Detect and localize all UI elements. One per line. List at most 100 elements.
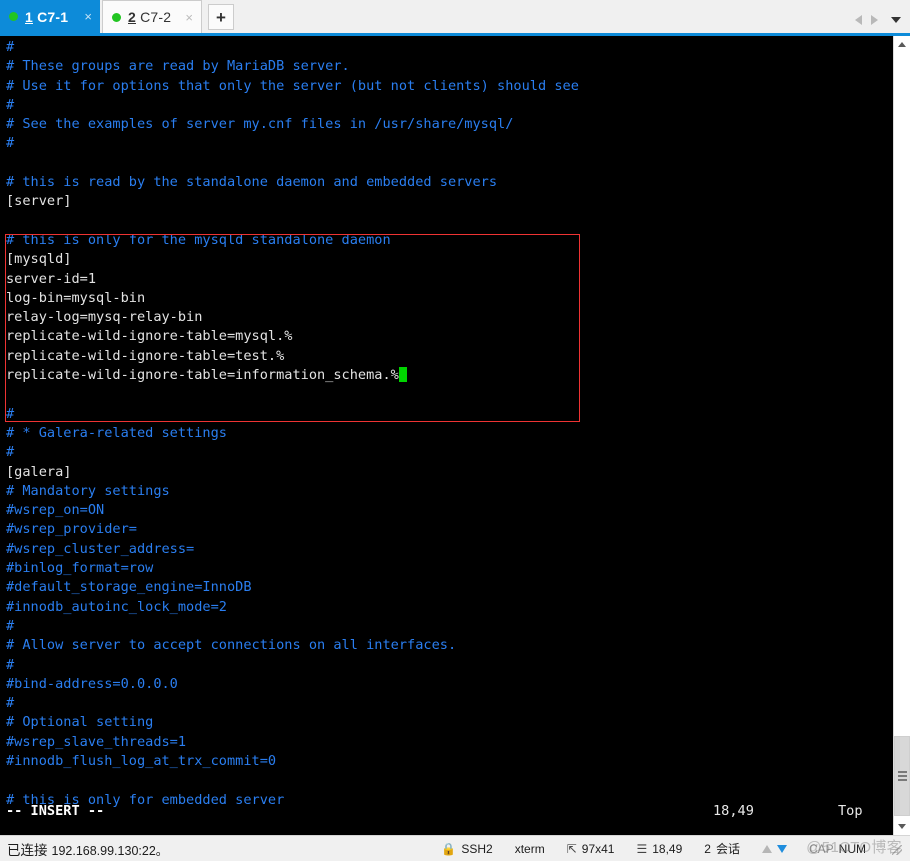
scrollbar-thumb[interactable] — [894, 736, 910, 816]
tab-title: C7-2 — [136, 9, 172, 25]
tab-bar: 1 C7-1 × 2 C7-2 × + — [0, 0, 910, 36]
terminal-line-text: #wsrep_provider= — [6, 521, 137, 538]
terminal-line: #innodb_autoinc_lock_mode=2 — [6, 598, 579, 617]
vim-status-line: -- INSERT -- 18,49 Top — [0, 802, 893, 824]
transfer-indicators — [761, 844, 787, 853]
terminal-size-indicator[interactable]: ⇱ 97x41 — [567, 842, 615, 856]
terminal-line-text: #innodb_autoinc_lock_mode=2 — [6, 598, 227, 615]
protocol-label: SSH2 — [461, 841, 493, 856]
cursor-position-indicator[interactable]: ☰ 18,49 — [636, 842, 682, 856]
terminal-line: [mysqld] — [6, 250, 579, 269]
triangle-left-icon[interactable] — [855, 15, 862, 25]
terminal-line: #wsrep_slave_threads=1 — [6, 733, 579, 752]
terminal-type-label: xterm — [514, 841, 545, 856]
terminal-line: relay-log=mysq-relay-bin — [6, 308, 579, 327]
new-tab-button[interactable]: + — [208, 4, 234, 30]
terminal-line-text: [galera] — [6, 463, 72, 480]
terminal-line: replicate-wild-ignore-table=mysql.% — [6, 327, 579, 346]
terminal-line-text: # — [6, 444, 15, 461]
connection-status: 已连接 192.168.99.130:22。 — [0, 839, 168, 859]
terminal-line: #binlog_format=row — [6, 559, 579, 578]
status-bar: 已连接 192.168.99.130:22。 🔒 SSH2 xterm ⇱ 97… — [0, 835, 910, 861]
terminal-line: #default_storage_engine=InnoDB — [6, 578, 579, 597]
terminal-line: # — [6, 617, 579, 636]
vim-mode-indicator: -- INSERT -- — [6, 803, 105, 819]
terminal-line: # — [6, 96, 579, 115]
terminal-line-text: replicate-wild-ignore-table=mysql.% — [6, 328, 293, 345]
chevron-down-icon[interactable] — [891, 17, 901, 23]
tab-close-icon[interactable]: × — [83, 10, 93, 23]
terminal-line-text: #wsrep_cluster_address= — [6, 540, 195, 557]
connection-address-label: 192.168.99.130:22。 — [51, 843, 169, 858]
terminal-line-text: replicate-wild-ignore-table=information_… — [6, 367, 399, 384]
terminal-line: #wsrep_cluster_address= — [6, 540, 579, 559]
keyboard-lock-indicators: CAP NUM — [809, 842, 866, 856]
column-icon: ☰ — [636, 841, 648, 856]
terminal-line-text: # this is only for the mysqld standalone… — [6, 231, 391, 248]
arrow-up-icon — [761, 844, 772, 853]
terminal-line: # These groups are read by MariaDB serve… — [6, 57, 579, 76]
terminal-line-text: #wsrep_slave_threads=1 — [6, 733, 187, 750]
resize-icon: ⇱ — [566, 841, 577, 856]
terminal-line-text: # — [6, 96, 15, 113]
terminal-text: # # These groups are read by MariaDB serv… — [6, 38, 579, 810]
resize-grip-icon[interactable] — [890, 843, 902, 855]
terminal-view[interactable]: # # These groups are read by MariaDB serv… — [0, 36, 893, 835]
tab-c7-1[interactable]: 1 C7-1 × — [0, 0, 100, 33]
protocol-indicator[interactable]: 🔒 SSH2 — [441, 842, 492, 856]
terminal-line: # — [6, 443, 579, 462]
terminal-line: # Optional setting — [6, 713, 579, 732]
lock-icon: 🔒 — [441, 841, 457, 856]
tab-close-icon[interactable]: × — [184, 11, 194, 24]
tab-c7-2[interactable]: 2 C7-2 × — [102, 0, 202, 33]
sessions-count-label: 2 — [704, 841, 711, 856]
terminal-line-text: # Allow server to accept connections on … — [6, 637, 457, 654]
terminal-line-text: server-id=1 — [6, 270, 97, 287]
scroll-up-button[interactable] — [894, 36, 910, 53]
terminal-line-text: relay-log=mysq-relay-bin — [6, 309, 203, 326]
vim-cursor-position: 18,49 — [713, 803, 754, 819]
terminal-line: #bind-address=0.0.0.0 — [6, 675, 579, 694]
terminal-line: [galera] — [6, 463, 579, 482]
tab-status-dot-icon — [112, 12, 121, 22]
terminal-line-text: replicate-wild-ignore-table=test.% — [6, 347, 285, 364]
terminal-size-label: 97x41 — [581, 841, 615, 856]
terminal-line: replicate-wild-ignore-table=test.% — [6, 347, 579, 366]
terminal-line-text: # — [6, 39, 15, 55]
terminal-line: # — [6, 405, 579, 424]
terminal-line-text: #default_storage_engine=InnoDB — [6, 579, 252, 596]
terminal-line: # — [6, 656, 579, 675]
terminal-line: #wsrep_provider= — [6, 520, 579, 539]
vim-scroll-indicator: Top — [838, 803, 863, 819]
terminal-line-text: [mysqld] — [6, 251, 72, 268]
connection-state-label: 已连接 — [7, 842, 48, 858]
terminal-line-text: # See the examples of server my.cnf file… — [6, 116, 514, 133]
tab-label: 1 C7-1 — [25, 9, 68, 25]
tab-nav-controls — [855, 15, 910, 25]
chevron-up-icon — [898, 42, 906, 47]
terminal-line-text: # this is read by the standalone daemon … — [6, 174, 498, 191]
terminal-line-text: # Mandatory settings — [6, 482, 170, 499]
status-bar-right: 🔒 SSH2 xterm ⇱ 97x41 ☰ 18,49 2 会话 CAP NU… — [441, 839, 910, 857]
triangle-right-icon[interactable] — [871, 15, 878, 25]
arrow-down-icon — [776, 844, 787, 853]
num-lock-indicator: NUM — [838, 841, 866, 856]
terminal-line-text: # * Galera-related settings — [6, 424, 227, 441]
terminal-type-indicator[interactable]: xterm — [515, 842, 545, 856]
terminal-line-text: # These groups are read by MariaDB serve… — [6, 58, 350, 75]
terminal-line-text: [server] — [6, 193, 72, 210]
terminal-line-text: # — [6, 405, 15, 422]
terminal-line: # this is read by the standalone daemon … — [6, 173, 579, 192]
scroll-down-button[interactable] — [894, 818, 910, 835]
terminal-line-text: # — [6, 656, 15, 673]
terminal-line: # Allow server to accept connections on … — [6, 636, 579, 655]
terminal-line: log-bin=mysql-bin — [6, 289, 579, 308]
sessions-indicator[interactable]: 2 会话 — [704, 840, 740, 857]
caps-lock-indicator: CAP — [808, 841, 834, 856]
terminal-line-text: # Use it for options that only the serve… — [6, 77, 579, 94]
terminal-scrollbar[interactable] — [893, 36, 910, 835]
terminal-line: # this is only for the mysqld standalone… — [6, 231, 579, 250]
terminal-line: # — [6, 38, 579, 57]
